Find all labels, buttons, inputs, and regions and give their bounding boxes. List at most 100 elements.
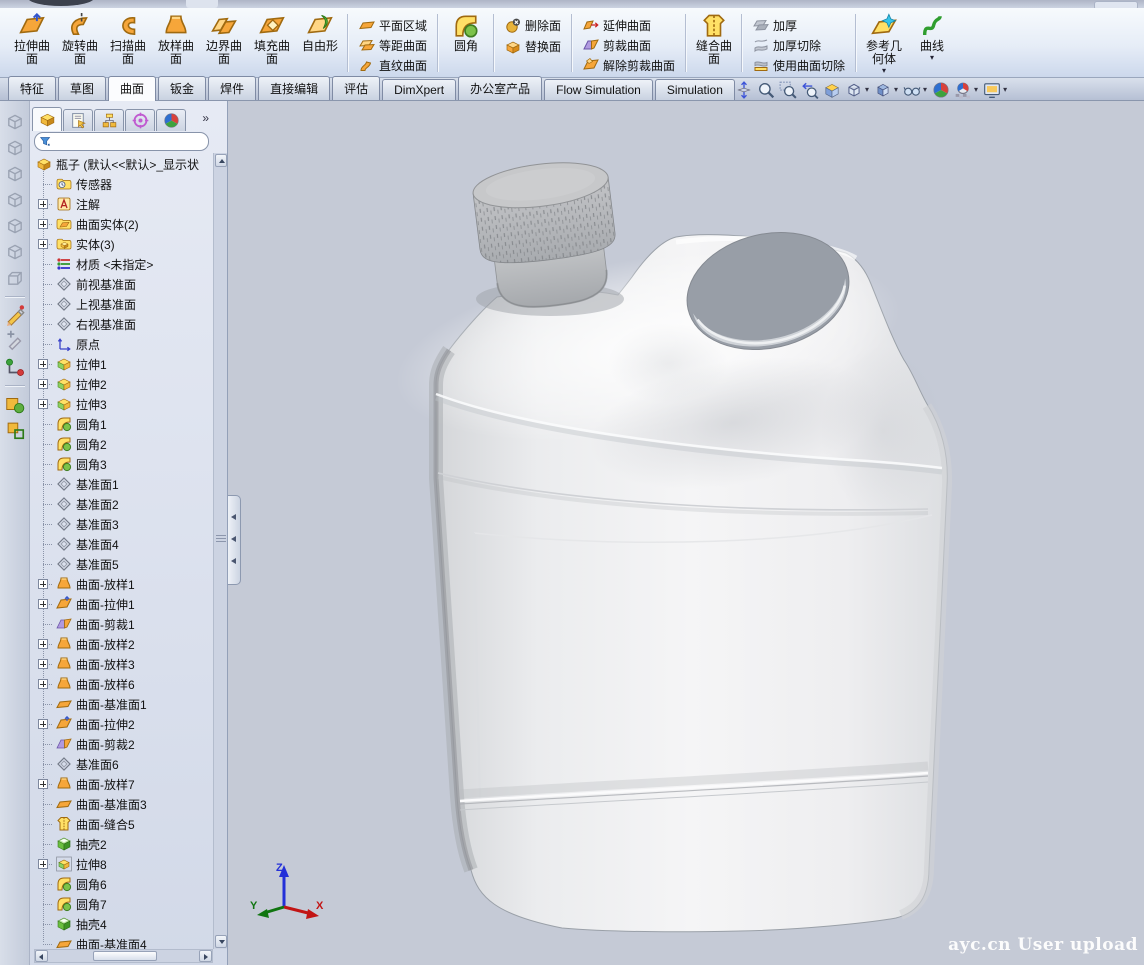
tree-item[interactable]: 拉伸2 bbox=[30, 374, 213, 394]
zoom-area-button[interactable] bbox=[779, 81, 797, 99]
tree-item[interactable]: 曲面-放样6 bbox=[30, 674, 213, 694]
expand-button[interactable] bbox=[38, 679, 48, 689]
filled-surface-button[interactable]: 填充曲面 bbox=[248, 11, 296, 75]
tree-item[interactable]: 基准面1 bbox=[30, 474, 213, 494]
scroll-right-button[interactable] bbox=[199, 950, 212, 962]
offset-surface-button[interactable]: 等距曲面 bbox=[356, 35, 430, 55]
view-settings-button[interactable] bbox=[983, 81, 1001, 99]
tree-item[interactable]: 基准面4 bbox=[30, 534, 213, 554]
panel-overflow-button[interactable]: » bbox=[202, 111, 209, 125]
tab-焊件[interactable]: 焊件 bbox=[208, 76, 256, 100]
tree-item-root[interactable]: 瓶子 (默认<<默认>_显示状 bbox=[30, 154, 213, 174]
tree-horizontal-scrollbar[interactable] bbox=[34, 949, 213, 963]
orientation-arrow-button[interactable] bbox=[735, 81, 753, 99]
tab-办公室产品[interactable]: 办公室产品 bbox=[458, 76, 542, 100]
surface-tool-b-button[interactable] bbox=[4, 419, 26, 441]
panel-collapse-handle[interactable] bbox=[228, 495, 241, 585]
dropdown-arrow-icon[interactable]: ▾ bbox=[882, 67, 886, 75]
tree-item[interactable]: 基准面6 bbox=[30, 754, 213, 774]
graphics-viewport[interactable]: Z X Y ayc.cn User upload bbox=[228, 101, 1144, 965]
tree-item[interactable]: 曲面-拉伸1 bbox=[30, 594, 213, 614]
expand-button[interactable] bbox=[38, 359, 48, 369]
tree-item[interactable]: 基准面3 bbox=[30, 514, 213, 534]
dropdown-arrow-icon[interactable]: ▾ bbox=[894, 85, 898, 94]
planar-surface-button[interactable]: 平面区域 bbox=[356, 15, 430, 35]
expand-button[interactable] bbox=[38, 579, 48, 589]
expand-button[interactable] bbox=[38, 859, 48, 869]
tab-特征[interactable]: 特征 bbox=[8, 76, 56, 100]
expand-button[interactable] bbox=[38, 219, 48, 229]
tree-item[interactable]: 拉伸8 bbox=[30, 854, 213, 874]
tree-item[interactable]: 曲面-拉伸2 bbox=[30, 714, 213, 734]
boundary-surface-button[interactable]: 边界曲面 bbox=[200, 11, 248, 75]
expand-button[interactable] bbox=[38, 719, 48, 729]
tree-item[interactable]: 前视基准面 bbox=[30, 274, 213, 294]
dropdown-arrow-icon[interactable]: ▾ bbox=[865, 85, 869, 94]
tab-DimXpert[interactable]: DimXpert bbox=[382, 79, 456, 100]
tree-item[interactable]: 圆角7 bbox=[30, 894, 213, 914]
tree-item[interactable]: 注解 bbox=[30, 194, 213, 214]
expand-button[interactable] bbox=[38, 379, 48, 389]
revolved-surface-button[interactable]: 旋转曲面 bbox=[56, 11, 104, 75]
view-cube-3-button[interactable] bbox=[4, 163, 26, 185]
apply-scene-button[interactable] bbox=[954, 81, 972, 99]
cut-with-surface-button[interactable]: 使用曲面切除 bbox=[750, 55, 848, 75]
tab-草图[interactable]: 草图 bbox=[58, 76, 106, 100]
tree-item[interactable]: 曲面-基准面4 bbox=[30, 934, 213, 949]
tree-item[interactable]: 曲面-放样1 bbox=[30, 574, 213, 594]
view-cube-7-button[interactable] bbox=[4, 267, 26, 289]
expand-button[interactable] bbox=[38, 599, 48, 609]
tree-item[interactable]: 曲面实体(2) bbox=[30, 214, 213, 234]
tab-直接编辑[interactable]: 直接编辑 bbox=[258, 76, 330, 100]
expand-button[interactable] bbox=[38, 199, 48, 209]
expand-button[interactable] bbox=[38, 239, 48, 249]
thicken-button[interactable]: 加厚 bbox=[750, 15, 848, 35]
sketch-button[interactable] bbox=[4, 304, 26, 326]
expand-button[interactable] bbox=[38, 639, 48, 649]
propertymanager-tab[interactable] bbox=[63, 109, 93, 131]
tab-钣金[interactable]: 钣金 bbox=[158, 76, 206, 100]
lofted-surface-button[interactable]: 放样曲面 bbox=[152, 11, 200, 75]
tree-item[interactable]: 曲面-放样7 bbox=[30, 774, 213, 794]
view-cube-2-button[interactable] bbox=[4, 137, 26, 159]
configurationmanager-tab[interactable] bbox=[94, 109, 124, 131]
reference-geometry-button[interactable]: 参考几何体▾ bbox=[860, 11, 908, 75]
view-cube-4-button[interactable] bbox=[4, 189, 26, 211]
view-cube-1-button[interactable] bbox=[4, 111, 26, 133]
replace-face-button[interactable]: 替换面 bbox=[502, 36, 564, 57]
tree-item[interactable]: 拉伸3 bbox=[30, 394, 213, 414]
section-view-button[interactable] bbox=[823, 81, 841, 99]
scroll-up-button[interactable] bbox=[215, 154, 227, 167]
fillet-button[interactable]: 圆角 bbox=[442, 11, 490, 75]
3d-sketch-button[interactable] bbox=[4, 330, 26, 352]
tree-item[interactable]: 曲面-基准面1 bbox=[30, 694, 213, 714]
expand-button[interactable] bbox=[38, 399, 48, 409]
tree-filter-input[interactable] bbox=[34, 132, 209, 151]
tree-item[interactable]: 曲面-放样3 bbox=[30, 654, 213, 674]
view-orientation-button[interactable] bbox=[845, 81, 863, 99]
featuremanager-tree-tab[interactable] bbox=[32, 107, 62, 131]
swept-surface-button[interactable]: 扫描曲面 bbox=[104, 11, 152, 75]
app-logo[interactable] bbox=[28, 0, 94, 6]
displaymanager-tab[interactable] bbox=[156, 109, 186, 131]
tree-item[interactable]: 抽壳4 bbox=[30, 914, 213, 934]
tab-Flow Simulation[interactable]: Flow Simulation bbox=[544, 79, 653, 100]
scroll-left-button[interactable] bbox=[35, 950, 48, 962]
tree-item[interactable]: 材质 <未指定> bbox=[30, 254, 213, 274]
scrollbar-thumb[interactable] bbox=[93, 951, 157, 961]
edit-appearance-button[interactable] bbox=[932, 81, 950, 99]
tree-item[interactable]: 圆角1 bbox=[30, 414, 213, 434]
tree-item[interactable]: 传感器 bbox=[30, 174, 213, 194]
tree-item[interactable]: 圆角3 bbox=[30, 454, 213, 474]
tree-vertical-scrollbar[interactable] bbox=[213, 153, 227, 949]
curves-button[interactable]: 曲线▾ bbox=[908, 11, 956, 75]
tree-item[interactable]: 曲面-剪裁1 bbox=[30, 614, 213, 634]
expand-button[interactable] bbox=[38, 779, 48, 789]
tree-item[interactable]: 曲面-基准面3 bbox=[30, 794, 213, 814]
tree-item[interactable]: 曲面-放样2 bbox=[30, 634, 213, 654]
tree-item[interactable]: 基准面5 bbox=[30, 554, 213, 574]
dropdown-arrow-icon[interactable]: ▾ bbox=[1003, 85, 1007, 94]
surface-tool-a-button[interactable] bbox=[4, 393, 26, 415]
dimxpertmanager-tab[interactable] bbox=[125, 109, 155, 131]
freeform-button[interactable]: 自由形 bbox=[296, 11, 344, 75]
